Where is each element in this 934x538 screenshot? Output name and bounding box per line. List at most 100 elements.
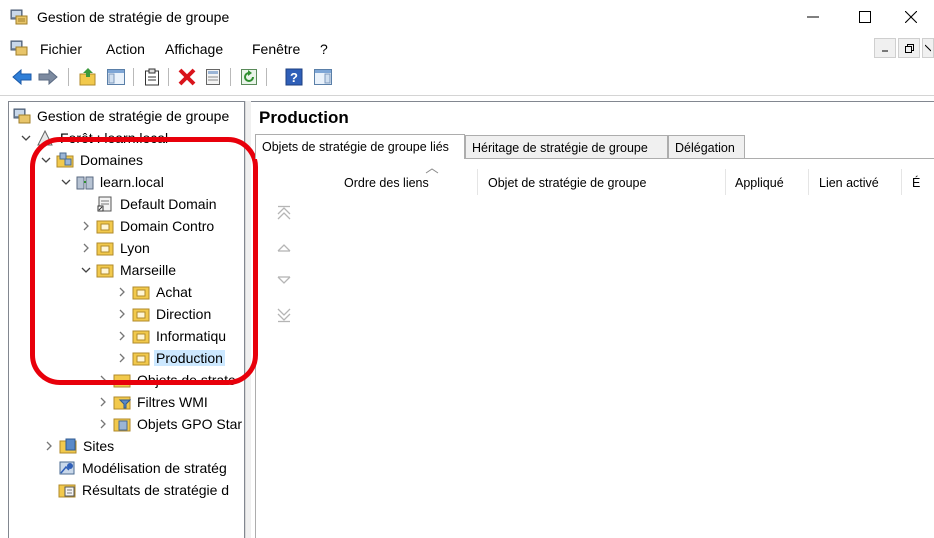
toolbar-separator — [230, 68, 231, 86]
menu-fichier[interactable]: Fichier — [40, 41, 82, 57]
tree-item-domain-controllers[interactable]: Domain Contro — [79, 215, 216, 237]
tree-item-lyon[interactable]: Lyon — [79, 237, 152, 259]
chevron-right-icon[interactable] — [79, 219, 93, 233]
move-to-top-icon[interactable] — [275, 205, 293, 223]
clipboard-button[interactable] — [142, 67, 162, 87]
properties-button[interactable] — [203, 67, 223, 87]
tree-item-achat[interactable]: Achat — [115, 281, 194, 303]
column-separator[interactable] — [725, 169, 726, 195]
maximize-button[interactable] — [842, 0, 888, 34]
tree-item-label: Lyon — [120, 240, 150, 256]
minimize-icon — [807, 16, 819, 18]
tree-item-label: Default Domain — [120, 196, 217, 212]
gp-results-icon — [58, 484, 76, 498]
chevron-right-icon[interactable] — [96, 395, 110, 409]
menu-fenetre[interactable]: Fenêtre — [252, 41, 300, 57]
chevron-right-icon[interactable] — [115, 351, 129, 365]
chevron-right-icon[interactable] — [96, 373, 110, 387]
toolbar-separator — [133, 68, 134, 86]
forward-button[interactable] — [38, 67, 58, 87]
show-hide-tree-icon — [107, 69, 125, 85]
chevron-down-icon[interactable] — [59, 175, 73, 189]
action-pane-button[interactable] — [313, 67, 333, 87]
gpo-link-icon — [97, 196, 112, 212]
tree-item-label: Informatiqu — [156, 328, 227, 344]
mdi-restore-button[interactable] — [898, 38, 920, 58]
help-icon: ? — [285, 68, 303, 86]
tree-item-production[interactable]: Production — [115, 347, 225, 369]
tree-item-root[interactable]: Gestion de stratégie de groupe — [13, 105, 231, 127]
properties-icon — [206, 69, 220, 85]
tree-item-starter-gpo[interactable]: Objets GPO Star — [96, 413, 244, 435]
linked-gpo-list[interactable]: Ordre des liens Objet de stratégie de gr… — [308, 163, 934, 538]
chevron-right-icon[interactable] — [79, 241, 93, 255]
column-separator[interactable] — [901, 169, 902, 195]
tree-item-modeling[interactable]: Modélisation de stratég — [58, 457, 229, 479]
tree-item-sites[interactable]: Sites — [42, 435, 116, 457]
column-header-link-order[interactable]: Ordre des liens — [344, 176, 429, 190]
tab-delegation[interactable]: Délégation — [668, 135, 745, 159]
tree-item-informatique[interactable]: Informatiqu — [115, 325, 228, 347]
ou-folder-icon — [96, 242, 114, 256]
help-button[interactable]: ? — [284, 67, 304, 87]
refresh-button[interactable] — [239, 67, 259, 87]
tab-linked-gpos[interactable]: Objets de stratégie de groupe liés — [255, 134, 465, 159]
chevron-right-icon[interactable] — [115, 307, 129, 321]
tree-item-results[interactable]: Résultats de stratégie d — [58, 479, 231, 501]
column-header-gpo[interactable]: Objet de stratégie de groupe — [488, 176, 646, 190]
show-hide-tree-button[interactable] — [106, 67, 126, 87]
wmi-filter-folder-icon — [113, 396, 131, 410]
console-tree[interactable]: Gestion de stratégie de groupe Forêt : l… — [8, 101, 245, 538]
tab-inheritance[interactable]: Héritage de stratégie de groupe — [465, 135, 668, 159]
chevron-right-icon[interactable] — [42, 439, 56, 453]
move-down-icon[interactable] — [275, 271, 293, 289]
chevron-down-icon[interactable] — [79, 263, 93, 277]
mmc-document-icon[interactable] — [10, 40, 28, 56]
chevron-down-icon[interactable] — [39, 153, 53, 167]
tree-item-learn-local[interactable]: learn.local — [59, 171, 166, 193]
delete-button[interactable] — [177, 67, 197, 87]
chevron-right-icon[interactable] — [96, 417, 110, 431]
tree-item-label: Achat — [156, 284, 192, 300]
tree-item-wmi-filters[interactable]: Filtres WMI — [96, 391, 210, 413]
close-button[interactable] — [888, 0, 934, 34]
tree-item-gpo-objects[interactable]: Objets de strate — [96, 369, 238, 391]
tree-item-domaines[interactable]: Domaines — [39, 149, 145, 171]
tree-item-default-domain-policy[interactable]: Default Domain — [96, 193, 219, 215]
chevron-right-icon[interactable] — [115, 285, 129, 299]
ou-folder-icon — [96, 264, 114, 278]
delete-icon — [178, 68, 196, 86]
chevron-down-icon[interactable] — [19, 131, 33, 145]
column-header-link-enabled[interactable]: Lien activé — [819, 176, 879, 190]
column-header-enforced[interactable]: Appliqué — [735, 176, 784, 190]
chevron-right-icon[interactable] — [115, 329, 129, 343]
move-up-icon[interactable] — [275, 239, 293, 257]
ou-folder-icon — [132, 330, 150, 344]
move-to-bottom-icon[interactable] — [275, 305, 293, 323]
column-separator[interactable] — [808, 169, 809, 195]
minimize-button[interactable] — [790, 0, 836, 34]
svg-text:?: ? — [290, 70, 298, 85]
close-icon — [905, 11, 917, 23]
minimize-icon — [882, 50, 888, 52]
column-header-status[interactable]: É — [912, 176, 920, 190]
up-level-button[interactable] — [78, 67, 98, 87]
menu-affichage[interactable]: Affichage — [165, 41, 223, 57]
tree-item-label: Marseille — [120, 262, 177, 278]
toolbar-divider — [0, 95, 934, 96]
toolbar: ? — [0, 64, 934, 90]
domains-icon — [56, 152, 74, 168]
tree-item-label: Domaines — [80, 152, 144, 168]
tree-item-marseille[interactable]: Marseille — [79, 259, 178, 281]
mdi-close-button[interactable] — [922, 38, 934, 58]
tree-item-forest[interactable]: Forêt : learn.local — [19, 127, 170, 149]
column-separator[interactable] — [477, 169, 478, 195]
back-button[interactable] — [12, 67, 32, 87]
mdi-minimize-button[interactable] — [874, 38, 896, 58]
refresh-icon — [241, 69, 257, 85]
menu-help[interactable]: ? — [320, 41, 328, 57]
clipboard-icon — [145, 68, 159, 86]
tree-item-direction[interactable]: Direction — [115, 303, 213, 325]
menu-action[interactable]: Action — [106, 41, 145, 57]
back-arrow-icon — [12, 69, 32, 85]
